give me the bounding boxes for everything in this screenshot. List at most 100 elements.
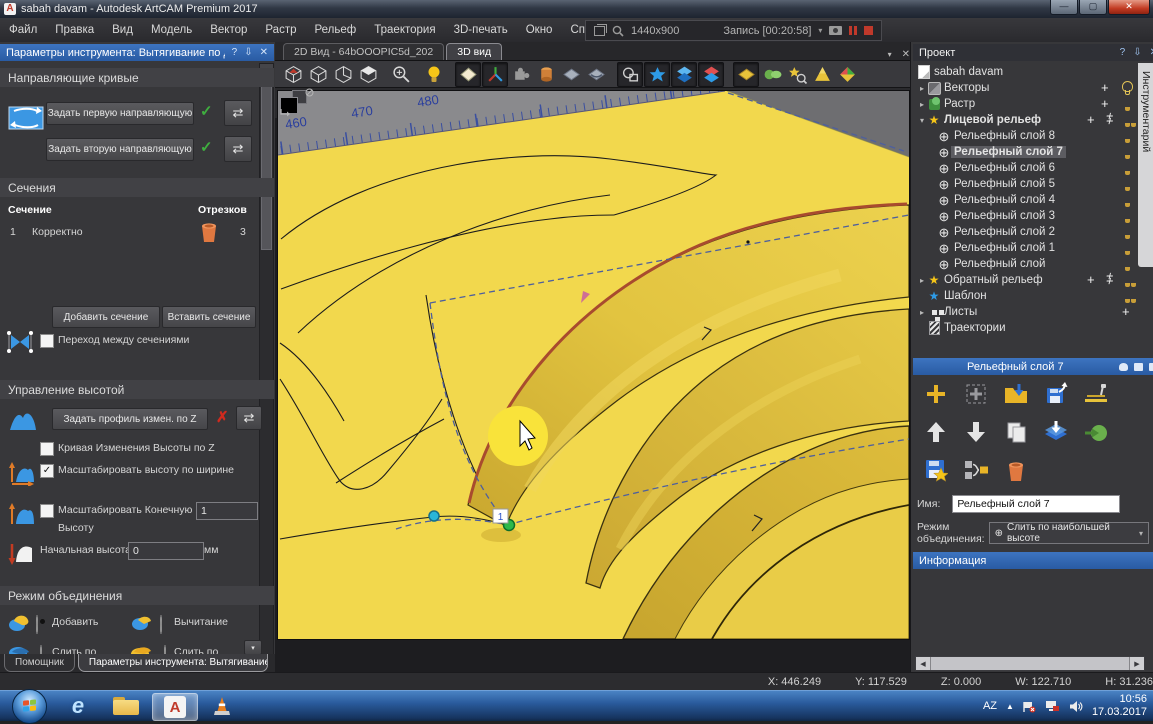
level-relief-button[interactable] <box>1081 379 1111 409</box>
set-first-guide-button[interactable]: Задать первую направляющую <box>46 102 194 125</box>
taskbar-artcam-button[interactable]: A <box>152 693 198 721</box>
tree-item-toolpaths[interactable]: Траектории <box>915 320 1137 336</box>
zoom-tool-button[interactable] <box>389 63 413 86</box>
add-layer-icon[interactable]: + <box>1087 115 1095 125</box>
tree-item-relief-layer-1[interactable]: ⊕ Рельефный слой 1 <box>915 240 1137 256</box>
menu-model[interactable]: Модель <box>142 20 201 40</box>
add-layer-button[interactable] <box>921 379 951 409</box>
taskbar-clock[interactable]: 10:56 17.03.2017 <box>1092 693 1147 719</box>
menu-view[interactable]: Вид <box>103 20 142 40</box>
lighting-button[interactable] <box>422 63 446 86</box>
reverse-first-guide-button[interactable]: ⇄ <box>224 100 252 126</box>
final-height-input[interactable] <box>196 502 258 520</box>
menu-toolpath[interactable]: Траектория <box>365 20 444 40</box>
side-view-button[interactable] <box>331 63 355 86</box>
volume-icon[interactable] <box>1069 700 1083 713</box>
add-layer-icon[interactable]: + <box>1087 275 1095 285</box>
minimize-button[interactable]: — <box>1050 0 1078 15</box>
expander-icon[interactable]: ▾ <box>917 116 927 125</box>
maximize-button[interactable]: ▢ <box>1079 0 1107 15</box>
pause-record-icon[interactable] <box>849 26 857 35</box>
stop-record-icon[interactable] <box>864 26 873 35</box>
no-color-icon[interactable] <box>305 88 314 97</box>
node-start[interactable] <box>429 511 439 521</box>
merge-add-radio[interactable] <box>36 615 38 634</box>
paste-layers-icon[interactable]: ＋＋ <box>1105 114 1113 124</box>
tree-item-vectors[interactable]: ▸ Векторы + <box>915 80 1137 96</box>
tool-panel-scrollbar[interactable]: ▲ <box>259 63 274 655</box>
save-layer-as-button[interactable] <box>921 455 951 485</box>
menu-raster[interactable]: Растр <box>256 20 305 40</box>
delete-layer-button[interactable] <box>1001 455 1031 485</box>
snapshot-icon[interactable] <box>829 26 842 35</box>
magnifier-icon[interactable] <box>612 25 624 37</box>
scale-final-height-checkbox[interactable]: ✓ <box>40 504 54 518</box>
tree-item-relief-layer-6[interactable]: ⊕ Рельефный слой 6 <box>915 160 1137 176</box>
blend-sections-checkbox[interactable]: ✓ <box>40 334 54 348</box>
visibility-bulb-icon[interactable] <box>1122 97 1133 111</box>
tab-tool-parameters[interactable]: Параметры инструмента: Вытягивание п... <box>78 654 268 672</box>
action-center-icon[interactable] <box>1023 700 1036 713</box>
tree-item-template[interactable]: ★ Шаблон <box>915 288 1137 304</box>
pin-icon[interactable]: ⇩ <box>1133 47 1141 58</box>
menu-3dprint[interactable]: 3D-печать <box>445 20 517 40</box>
window-select-icon[interactable] <box>594 26 605 36</box>
move-layer-up-button[interactable] <box>921 417 951 447</box>
front-relief-visibility-toggle[interactable] <box>671 62 697 87</box>
expander-icon[interactable]: ▸ <box>917 84 927 93</box>
move-layer-down-button[interactable] <box>961 417 991 447</box>
taskbar-ie-button[interactable]: e <box>56 693 100 719</box>
draw-plane-toggle[interactable] <box>455 62 481 87</box>
add-icon[interactable]: + <box>1122 307 1130 317</box>
visibility-bulb-icon[interactable] <box>1122 81 1133 95</box>
layer-name-input[interactable] <box>952 495 1120 513</box>
view-menu-icon[interactable]: ▾ <box>888 50 892 59</box>
tree-item-raster[interactable]: ▸ Растр + <box>915 96 1137 112</box>
create-shape-button[interactable] <box>760 63 784 86</box>
relief-smoothing-button[interactable] <box>810 63 834 86</box>
tree-item-relief-layer-4[interactable]: ⊕ Рельефный слой 4 <box>915 192 1137 208</box>
scroll-left-icon[interactable]: ◀ <box>916 657 930 670</box>
visibility-bulb-icon[interactable] <box>1122 177 1133 191</box>
start-button[interactable] <box>12 689 47 724</box>
visibility-bulb-icon[interactable] <box>1122 113 1139 127</box>
help-icon[interactable]: ? <box>232 47 238 58</box>
scale-height-by-width-checkbox[interactable]: ✓ <box>40 464 54 478</box>
tree-item-relief-layer[interactable]: ⊕ Рельефный слой <box>915 256 1137 272</box>
reverse-second-guide-button[interactable]: ⇄ <box>224 136 252 162</box>
viewport-3d[interactable]: 460 470 480 <box>277 90 910 640</box>
duplicate-layer-button[interactable] <box>1001 417 1031 447</box>
tree-item-relief-layer-5[interactable]: ⊕ Рельефный слой 5 <box>915 176 1137 192</box>
reverse-z-profile-button[interactable]: ⇄ <box>236 406 262 430</box>
insert-section-button[interactable]: Вставить сечение <box>162 306 256 328</box>
tree-item-relief-layer-3[interactable]: ⊕ Рельефный слой 3 <box>915 208 1137 224</box>
iso-view-button[interactable] <box>281 63 305 86</box>
scrollbar-thumb[interactable] <box>261 78 272 250</box>
paste-layers-icon[interactable]: ＋＋ <box>1105 274 1113 284</box>
material-block-button[interactable] <box>534 63 558 86</box>
expander-icon[interactable]: ▸ <box>917 308 927 317</box>
relief-plane-button[interactable] <box>559 63 583 86</box>
tray-expand-icon[interactable]: ▲ <box>1006 702 1014 711</box>
export-layer-button[interactable] <box>1041 379 1071 409</box>
add-from-selection-button[interactable] <box>961 379 991 409</box>
preview-vector-button[interactable] <box>785 63 809 86</box>
delete-section-icon[interactable] <box>198 218 220 244</box>
merge-layers-button[interactable] <box>961 455 991 485</box>
add-icon[interactable]: + <box>1101 83 1109 93</box>
layer-header-bulb-icon[interactable] <box>1119 363 1128 371</box>
layer-to-vector-button[interactable] <box>1081 417 1111 447</box>
nudge-tool-button[interactable] <box>509 63 533 86</box>
visibility-bulb-icon[interactable] <box>1122 257 1133 271</box>
close-panel-icon[interactable]: ✕ <box>1150 47 1153 58</box>
expander-icon[interactable]: ▸ <box>917 100 927 109</box>
swap-colors-icon[interactable] <box>279 108 290 117</box>
tree-item-root[interactable]: sabah davam <box>915 64 1137 80</box>
toolbox-vertical-tab[interactable]: Инструментарий <box>1138 63 1153 267</box>
visibility-bulb-icon[interactable] <box>1122 241 1133 255</box>
taskbar-explorer-button[interactable] <box>104 693 148 719</box>
visibility-bulb-icon[interactable] <box>1122 209 1133 223</box>
origin-axes-toggle[interactable] <box>482 62 508 87</box>
merge-subtract-radio[interactable] <box>160 615 162 634</box>
primary-secondary-color-selector[interactable] <box>279 90 315 116</box>
